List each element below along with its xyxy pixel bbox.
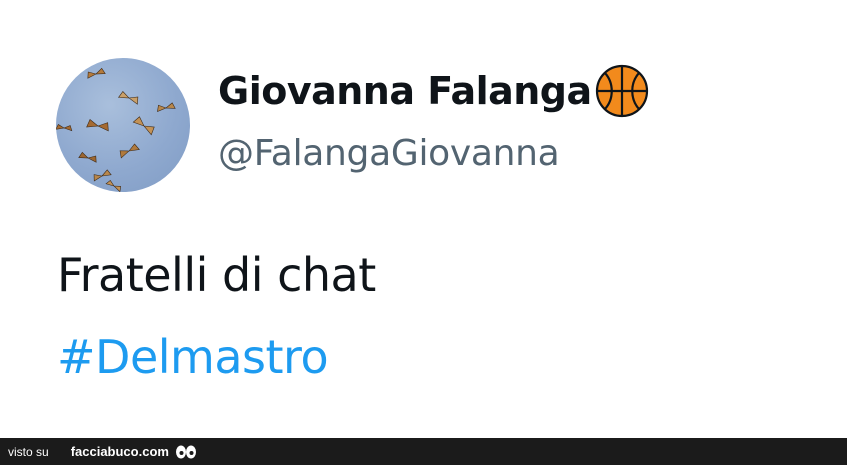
user-handle[interactable]: @FalangaGiovanna	[218, 133, 560, 174]
tweet-card: Giovanna Falanga @FalangaGiovanna Fratel…	[0, 0, 847, 438]
avatar[interactable]	[56, 58, 190, 192]
butterflies-avatar-image	[56, 67, 176, 192]
page: Giovanna Falanga @FalangaGiovanna Fratel…	[0, 0, 847, 465]
watermark-footer: visto su facciabuco.com	[0, 438, 847, 465]
hashtag-link[interactable]: #Delmastro	[57, 330, 329, 384]
basketball-icon	[594, 63, 650, 119]
display-name-row[interactable]: Giovanna Falanga	[218, 63, 650, 119]
eyes-icon	[175, 444, 197, 460]
footer-site-link[interactable]: facciabuco.com	[71, 444, 169, 459]
tweet-text: Fratelli di chat	[57, 248, 376, 302]
display-name[interactable]: Giovanna Falanga	[218, 69, 592, 113]
footer-visto-label: visto su	[8, 444, 49, 459]
